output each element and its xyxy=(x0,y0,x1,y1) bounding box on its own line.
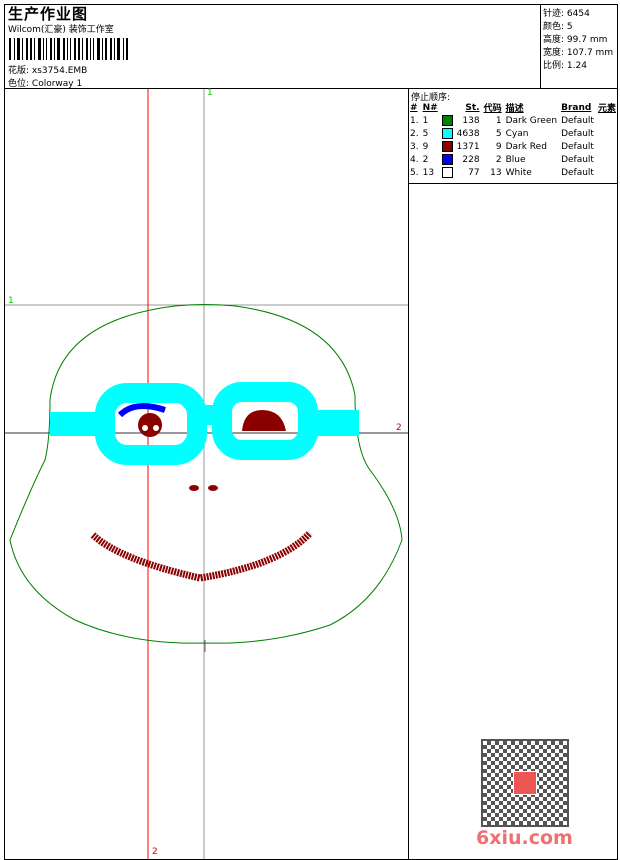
right-eye xyxy=(242,410,286,431)
axis-label-top: 1 xyxy=(207,88,213,98)
design-canvas xyxy=(5,89,408,859)
nostril-right xyxy=(208,485,218,491)
watermark-logo: 6xiu.com xyxy=(476,827,573,849)
left-eye xyxy=(117,403,166,437)
smile xyxy=(90,530,313,582)
qr-code xyxy=(481,739,569,827)
production-worksheet: 生产作业图 Wilcom(汇豪) 装饰工作室 花版: xs3754.EMB 色位… xyxy=(0,0,620,860)
axis-label-right: 2 xyxy=(396,423,402,433)
face-outline xyxy=(9,304,403,644)
nostril-left xyxy=(189,485,199,491)
stamp-logo xyxy=(513,771,537,795)
axis-label-left: 1 xyxy=(8,296,14,306)
axis-label-bottom: 2 xyxy=(152,847,158,857)
